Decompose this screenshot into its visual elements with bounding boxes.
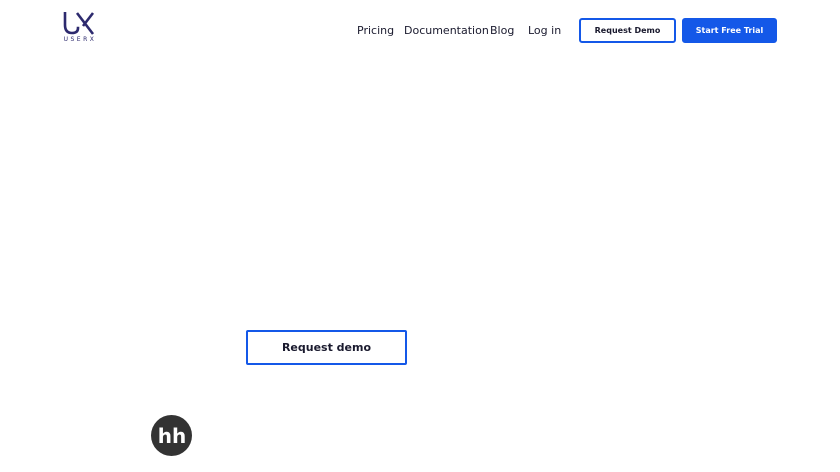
page: USERX Pricing Documentation Blog Log in … (0, 0, 840, 472)
nav-documentation[interactable]: Documentation (404, 23, 489, 39)
nav-pricing[interactable]: Pricing (357, 23, 394, 39)
nav-blog[interactable]: Blog (490, 23, 514, 39)
request-demo-header-button[interactable]: Request Demo (579, 18, 676, 43)
hh-logo-icon: hh (151, 415, 192, 456)
userx-logo[interactable]: USERX (62, 11, 98, 46)
logo-wordmark: USERX (63, 36, 97, 43)
hh-glyph: hh (157, 425, 185, 447)
start-free-trial-button[interactable]: Start Free Trial (682, 18, 777, 43)
hh-text: hh (157, 425, 185, 447)
nav-log-in[interactable]: Log in (528, 23, 561, 39)
request-demo-button[interactable]: Request demo (246, 330, 407, 365)
ux-mark-icon (63, 11, 95, 35)
